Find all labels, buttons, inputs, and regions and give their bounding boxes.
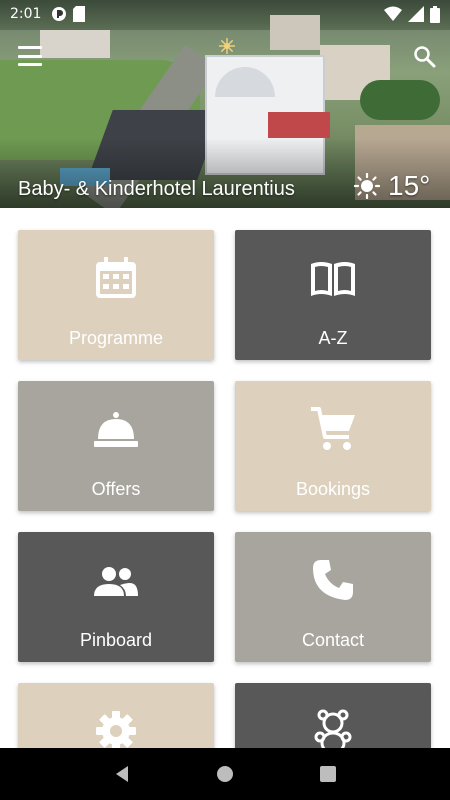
open-book-icon [311, 262, 355, 296]
tile-kids[interactable] [235, 683, 431, 748]
phone-icon [313, 560, 353, 600]
tile-label: Contact [301, 630, 365, 650]
tile-contact[interactable]: Contact [235, 532, 431, 662]
weather-widget: 15° [354, 170, 430, 202]
group-icon [94, 567, 138, 596]
service-bell-icon [94, 412, 138, 447]
status-time: 2:01 [10, 6, 42, 22]
tile-bookings[interactable]: Bookings [235, 381, 431, 511]
sun-icon [354, 173, 380, 199]
system-nav-bar [0, 748, 450, 800]
tile-settings[interactable] [18, 683, 214, 748]
gear-icon [96, 711, 136, 748]
hotel-name: Baby- & Kinderhotel Laurentius [18, 178, 295, 200]
tile-label: Pinboard [79, 630, 153, 650]
tile-programme[interactable]: Programme [18, 230, 214, 360]
teddy-bear-icon [314, 709, 352, 748]
wifi-icon [384, 6, 402, 21]
tile-offers[interactable]: Offers [18, 381, 214, 511]
tile-label: A-Z [318, 328, 348, 348]
menu-grid: Programme A-Z Offers Bookings Pinboard C… [0, 208, 450, 748]
status-bar: 2:01 [0, 0, 450, 28]
hamburger-menu-icon[interactable] [18, 46, 42, 66]
cellular-signal-icon [408, 6, 424, 22]
hotel-logo-icon [204, 38, 250, 68]
tile-label: Programme [68, 328, 164, 348]
shopping-cart-icon [311, 407, 355, 450]
search-icon[interactable] [412, 44, 436, 68]
calendar-icon [96, 257, 136, 298]
tile-pinboard[interactable]: Pinboard [18, 532, 214, 662]
recents-square-icon[interactable] [316, 762, 340, 786]
battery-icon [430, 5, 440, 23]
back-triangle-icon[interactable] [110, 762, 134, 786]
tile-a-z[interactable]: A-Z [235, 230, 431, 360]
tile-label: Bookings [295, 479, 371, 499]
temperature: 15° [388, 170, 431, 201]
tile-label: Offers [91, 479, 141, 499]
app-notification-icon [52, 7, 67, 21]
home-circle-icon[interactable] [213, 762, 237, 786]
sd-card-icon [73, 6, 86, 22]
